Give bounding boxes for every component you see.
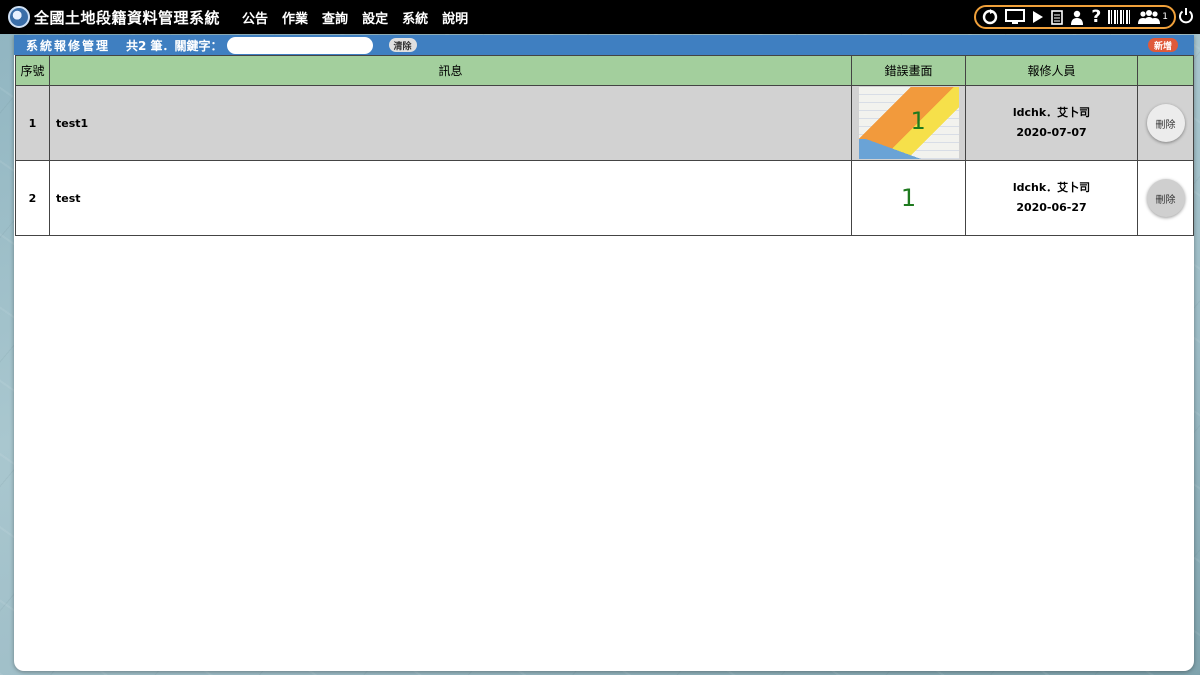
- row-message: test: [49, 160, 852, 236]
- column-header-index[interactable]: 序號: [15, 55, 50, 86]
- row-actions: 刪除: [1137, 160, 1194, 236]
- refresh-icon[interactable]: [982, 9, 998, 25]
- menu-item-query[interactable]: 查詢: [322, 8, 348, 27]
- user-icon[interactable]: [1070, 10, 1084, 25]
- document-icon[interactable]: [1051, 9, 1064, 25]
- app-logo-icon: [8, 6, 30, 28]
- panel-header: 系統報修管理 共2 筆．關鍵字： 清除 新增: [14, 35, 1194, 55]
- power-icon[interactable]: [1178, 7, 1194, 28]
- row-error-screen[interactable]: 1: [851, 85, 966, 161]
- keyword-search-input[interactable]: [226, 36, 373, 54]
- table-row[interactable]: 1 test1 1 ldchk．艾卜司 2020-07-07 刪除: [15, 85, 1194, 161]
- menu-item-help[interactable]: 說明: [442, 8, 468, 27]
- top-navigation-bar: 全國土地段籍資料管理系統 公告 作業 查詢 設定 系統 說明 ? 1: [0, 0, 1200, 34]
- toolbar: ? 1: [974, 5, 1176, 29]
- menu-item-settings[interactable]: 設定: [362, 8, 388, 27]
- help-icon[interactable]: ?: [1091, 8, 1101, 26]
- report-date: 2020-06-27: [1016, 201, 1087, 214]
- row-index: 2: [15, 160, 50, 236]
- error-screen-number: 1: [900, 184, 917, 212]
- monitor-icon[interactable]: [1005, 9, 1026, 25]
- error-screenshot-thumbnail[interactable]: 1: [858, 87, 959, 159]
- report-date: 2020-07-07: [1016, 126, 1087, 139]
- reporter-name: ldchk．艾卜司: [1012, 181, 1091, 194]
- row-reporter: ldchk．艾卜司 2020-07-07: [965, 85, 1138, 161]
- menu-item-operations[interactable]: 作業: [282, 8, 308, 27]
- app-title: 全國土地段籍資料管理系統: [34, 8, 221, 27]
- add-button[interactable]: 新增: [1147, 38, 1178, 52]
- row-error-screen[interactable]: 1: [851, 160, 966, 236]
- panel-title: 系統報修管理: [26, 38, 111, 53]
- row-reporter: ldchk．艾卜司 2020-06-27: [965, 160, 1138, 236]
- delete-button[interactable]: 刪除: [1146, 104, 1185, 142]
- table-header-row: 序號 訊息 錯誤畫面 報修人員: [15, 55, 1194, 86]
- column-header-reporter[interactable]: 報修人員: [965, 55, 1138, 86]
- menu-item-announcement[interactable]: 公告: [242, 8, 268, 27]
- menu-item-system[interactable]: 系統: [402, 8, 428, 27]
- delete-button[interactable]: 刪除: [1146, 179, 1185, 217]
- column-header-error-screen[interactable]: 錯誤畫面: [851, 55, 966, 86]
- users-count-badge: 1: [1162, 11, 1168, 22]
- clear-button[interactable]: 清除: [388, 38, 417, 52]
- users-icon[interactable]: 1: [1137, 9, 1168, 25]
- repair-management-panel: 系統報修管理 共2 筆．關鍵字： 清除 新增 序號 訊息 錯誤畫面 報修人員 1: [14, 35, 1194, 671]
- column-header-actions: [1137, 55, 1194, 86]
- row-index: 1: [15, 85, 50, 161]
- play-icon[interactable]: [1032, 10, 1044, 24]
- column-header-message[interactable]: 訊息: [49, 55, 852, 86]
- row-actions: 刪除: [1137, 85, 1194, 161]
- error-screen-number: 1: [910, 107, 926, 135]
- record-count-label: 共2 筆．關鍵字：: [126, 38, 223, 53]
- row-message: test1: [49, 85, 852, 161]
- table-row[interactable]: 2 test 1 ldchk．艾卜司 2020-06-27 刪除: [15, 160, 1194, 236]
- reporter-name: ldchk．艾卜司: [1012, 106, 1091, 119]
- barcode-icon[interactable]: [1108, 10, 1131, 24]
- repair-table: 序號 訊息 錯誤畫面 報修人員 1 test1 1 ldchk．艾卜司 2020…: [15, 55, 1194, 236]
